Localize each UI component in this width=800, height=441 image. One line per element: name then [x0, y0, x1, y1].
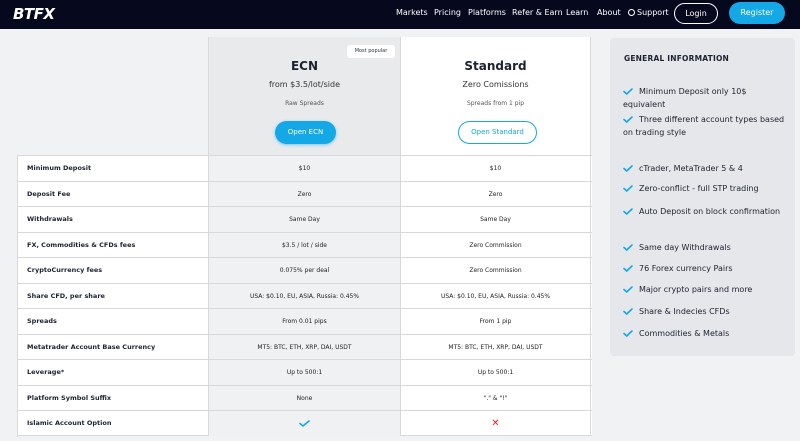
- info-item: Same day Withdrawals: [623, 242, 788, 255]
- register-button[interactable]: Register: [729, 2, 785, 24]
- table-row: Leverage* Up to 500:1 Up to 500:1: [17, 359, 592, 385]
- info-item-text: Three different account types based on t…: [623, 115, 785, 137]
- standard-value: "." & "!": [400, 385, 591, 411]
- standard-value: Zero Commission: [400, 258, 591, 283]
- ecn-value: None: [208, 385, 400, 411]
- row-label: Spreads: [27, 317, 57, 325]
- standard-value: $10: [400, 156, 591, 181]
- nav-link-refer-earn[interactable]: Refer & Earn: [512, 8, 563, 17]
- info-item-text: 76 Forex currency Pairs: [639, 264, 733, 273]
- login-button[interactable]: Login: [674, 3, 718, 24]
- nav-link-learn[interactable]: Learn: [566, 8, 588, 17]
- table-row: Islamic Account Option ✕: [17, 410, 592, 436]
- ecn-value: 0.075% per deal: [208, 258, 400, 283]
- comparison-rows: Minimum Deposit $10 $10 Deposit Fee Zero Zero…: [17, 155, 592, 436]
- btfx-logo[interactable]: BTFX: [13, 5, 55, 23]
- ecn-value: Same Day: [208, 207, 400, 232]
- standard-value: From 1 pip: [400, 309, 591, 334]
- plan-name-standard: Standard: [464, 59, 527, 73]
- ecn-value: USA: $0.10, EU, ASIA, Russia: 0.45%: [208, 283, 400, 309]
- info-item: Minimum Deposit only 10$ equivalent: [623, 86, 788, 111]
- ecn-value: From 0.01 pips: [208, 309, 400, 334]
- general-information-title: GENERAL INFORMATION: [624, 54, 730, 63]
- row-label: Withdrawals: [27, 215, 73, 223]
- plan-price-ecn: from $3.5/lot/side: [268, 80, 340, 89]
- info-item-text: cTrader, MetaTrader 5 & 4: [639, 164, 743, 173]
- info-item-text: Same day Withdrawals: [639, 243, 731, 252]
- info-item-text: Share & Indecies CFDs: [639, 307, 730, 316]
- open-standard-button[interactable]: Open Standard: [458, 121, 537, 144]
- nav-link-support[interactable]: Support: [628, 8, 669, 17]
- info-item: Auto Deposit on block confirmation: [623, 206, 788, 219]
- info-item-text: Minimum Deposit only 10$ equivalent: [623, 87, 747, 109]
- table-row: Withdrawals Same Day Same Day: [17, 206, 592, 232]
- row-label: Islamic Account Option: [27, 419, 112, 427]
- standard-value: ✕: [400, 411, 591, 436]
- standard-value: MT5: BTC, ETH, XRP, DAI, USDT: [400, 334, 591, 360]
- info-item: Three different account types based on t…: [623, 114, 788, 139]
- ecn-value: Zero: [208, 181, 400, 207]
- table-row: Minimum Deposit $10 $10: [17, 155, 592, 181]
- standard-value: USA: $0.10, EU, ASIA, Russia: 0.45%: [400, 283, 591, 309]
- table-row: Spreads From 0.01 pips From 1 pip: [17, 308, 592, 334]
- top-navbar: BTFX Markets Pricing Platforms Refer & E…: [0, 0, 800, 29]
- support-icon: [628, 9, 635, 16]
- info-item: Share & Indecies CFDs: [623, 306, 788, 319]
- plan-spreads-ecn: Raw Spreads: [285, 100, 324, 107]
- table-row: Metatrader Account Base Currency MT5: BTC…: [17, 333, 592, 360]
- support-label: Support: [637, 8, 669, 17]
- ecn-value: Up to 500:1: [208, 360, 400, 385]
- row-label: CryptoCurrency fees: [27, 266, 103, 274]
- table-row: FX, Commodities & CFDs fees $3.5 / lot / …: [17, 231, 592, 258]
- ecn-value: [208, 411, 400, 436]
- table-row: Deposit Fee Zero Zero: [17, 180, 592, 207]
- table-row: Platform Symbol Suffix None "." & "!": [17, 384, 592, 411]
- row-label: Metatrader Account Base Currency: [27, 342, 156, 351]
- ecn-value: MT5: BTC, ETH, XRP, DAI, USDT: [208, 334, 400, 360]
- ecn-value: $10: [208, 156, 400, 181]
- info-item-text: Commodities & Metals: [639, 329, 730, 338]
- nav-link-pricing[interactable]: Pricing: [434, 8, 461, 17]
- ecn-value: $3.5 / lot / side: [208, 232, 400, 258]
- info-item-text: Zero-conflict - full STP trading: [639, 184, 759, 193]
- nav-link-platforms[interactable]: Platforms: [468, 8, 506, 17]
- info-item-text: Auto Deposit on block confirmation: [639, 207, 781, 216]
- plan-name-ecn: ECN: [290, 59, 319, 73]
- plan-price-standard: Zero Comissions: [462, 80, 529, 89]
- check-icon: [299, 420, 310, 427]
- most-popular-badge: Most popular: [347, 45, 395, 58]
- plan-spreads-standard: Spreads from 1 pip: [466, 100, 525, 107]
- row-label: Leverage*: [27, 368, 65, 376]
- row-label: FX, Commodities & CFDs fees: [27, 240, 136, 249]
- open-ecn-button[interactable]: Open ECN: [275, 121, 336, 144]
- row-label: Share CFD, per share: [27, 291, 105, 300]
- cross-icon: ✕: [491, 418, 500, 429]
- nav-link-about[interactable]: About: [597, 8, 621, 17]
- row-label: Minimum Deposit: [27, 164, 92, 172]
- standard-value: Same Day: [400, 207, 591, 232]
- info-item: Zero-conflict - full STP trading: [623, 183, 788, 196]
- row-label: Platform Symbol Suffix: [27, 393, 112, 402]
- table-row: CryptoCurrency fees 0.075% per deal Zero C…: [17, 257, 592, 283]
- standard-value: Zero: [400, 181, 591, 207]
- info-item-text: Major crypto pairs and more: [639, 285, 753, 294]
- info-item: 76 Forex currency Pairs: [623, 263, 788, 276]
- standard-value: Zero Commission: [400, 232, 591, 258]
- logo-text: BTFX: [13, 5, 55, 23]
- general-information-panel: GENERAL INFORMATION Minimum Deposit only…: [610, 38, 795, 356]
- info-item: Major crypto pairs and more: [623, 284, 788, 297]
- nav-link-markets[interactable]: Markets: [396, 8, 428, 17]
- info-item: cTrader, MetaTrader 5 & 4: [623, 163, 788, 176]
- table-row: Share CFD, per share USA: $0.10, EU, ASIA…: [17, 282, 592, 309]
- row-label: Deposit Fee: [27, 189, 71, 198]
- standard-value: Up to 500:1: [400, 360, 591, 385]
- info-item: Commodities & Metals: [623, 328, 788, 341]
